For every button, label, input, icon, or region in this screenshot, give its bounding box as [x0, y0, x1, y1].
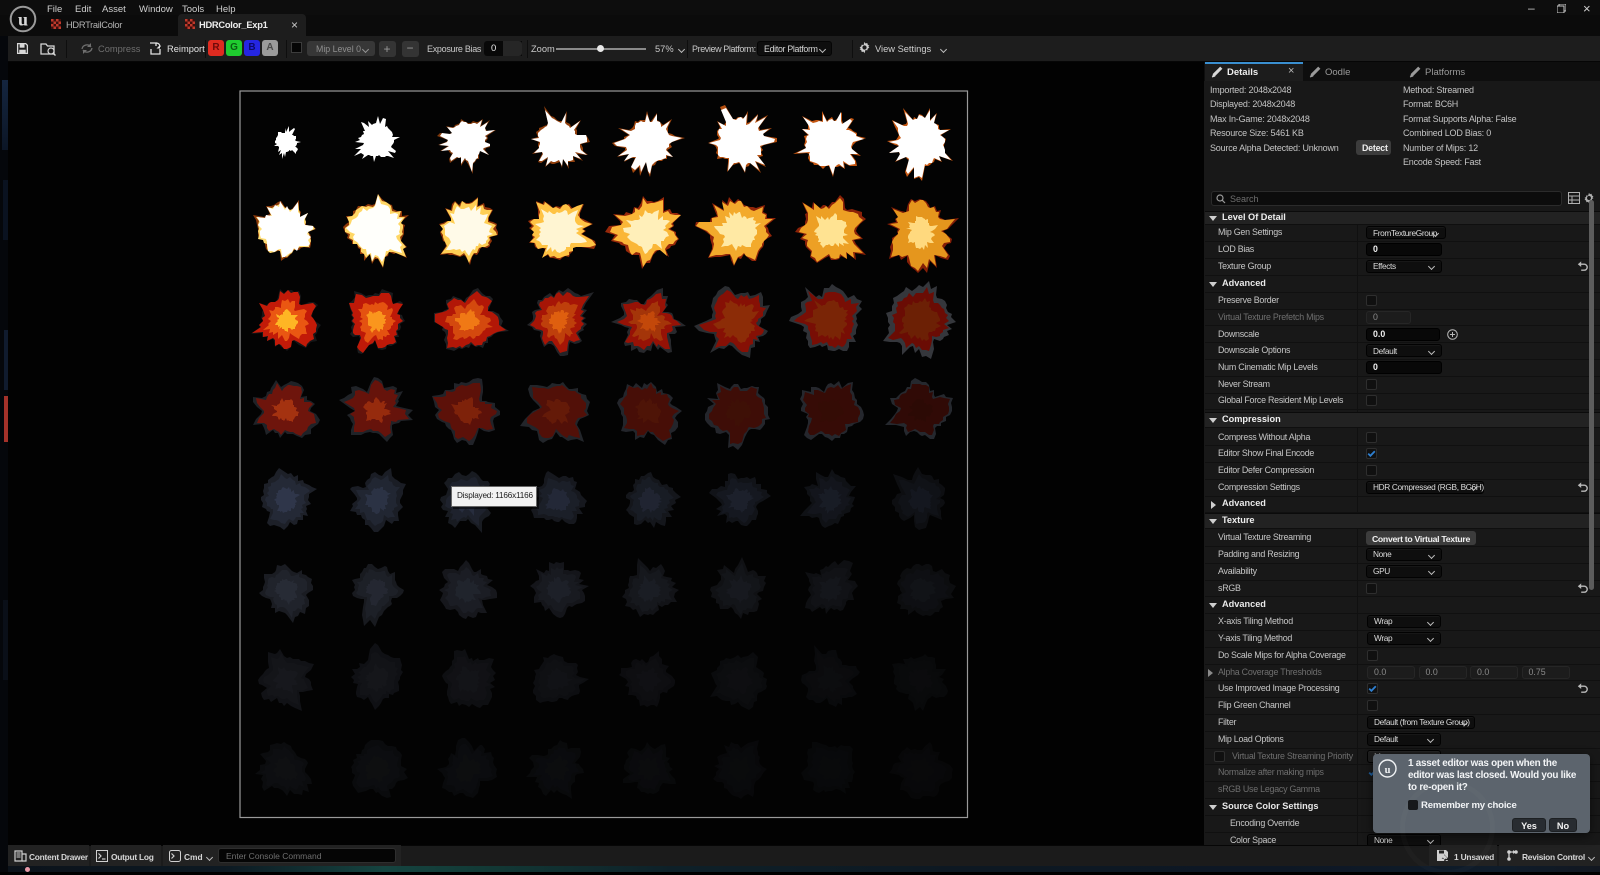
svg-text:u: u — [18, 10, 28, 30]
svg-text:u: u — [1385, 765, 1391, 776]
